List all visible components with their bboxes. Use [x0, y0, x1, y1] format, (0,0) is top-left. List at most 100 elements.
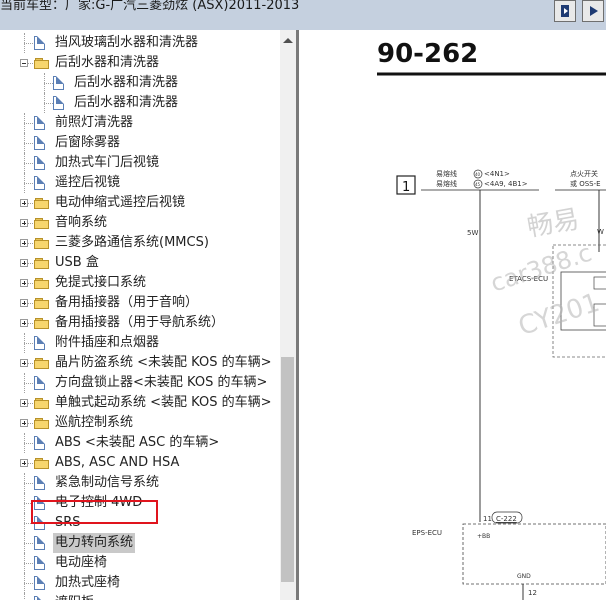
folder-icon [34, 418, 49, 429]
etacs-relay [593, 276, 606, 290]
tree-connector [28, 363, 33, 365]
tree-item[interactable]: 后刮水器和清洗器 [0, 93, 280, 113]
tree-item-label: 备用插接器（用于导航系统） [55, 315, 225, 330]
tree-item[interactable]: 附件插座和点烟器 [0, 333, 280, 353]
expand-icon[interactable] [20, 399, 28, 407]
tree-item[interactable]: ABS, ASC AND HSA [0, 453, 280, 473]
folder-icon [34, 258, 49, 269]
watermark-2: car388.c [487, 239, 595, 298]
tree-connector [24, 163, 33, 165]
ignition-label-1: 点火开关 [570, 169, 598, 178]
document-icon [53, 76, 64, 90]
expand-icon[interactable] [20, 419, 28, 427]
tree-item[interactable]: 加热式座椅 [0, 573, 280, 593]
tree-item[interactable]: ABS <未装配 ASC 的车辆> [0, 433, 280, 453]
pin-number: 11 [483, 515, 492, 523]
collapse-icon[interactable] [20, 59, 28, 67]
tree-connector [28, 423, 33, 425]
tree-connector [28, 263, 33, 265]
wire-5w-label: 5W [467, 229, 478, 237]
document-icon [34, 576, 45, 590]
tree-item[interactable]: 加热式车门后视镜 [0, 153, 280, 173]
ignition-label-2: 或 OSS-E [570, 179, 601, 188]
tree-item[interactable]: 备用插接器（用于音响） [0, 293, 280, 313]
expand-icon[interactable] [20, 259, 28, 267]
tree-item[interactable]: 方向盘锁止器<未装配 KOS 的车辆> [0, 373, 280, 393]
tree-item[interactable]: 免提式接口系统 [0, 273, 280, 293]
document-icon [34, 36, 45, 50]
tree-item[interactable]: 后窗除雾器 [0, 133, 280, 153]
expand-icon[interactable] [20, 199, 28, 207]
folder-icon [34, 278, 49, 289]
expand-icon[interactable] [20, 319, 28, 327]
folder-icon [34, 318, 49, 329]
tree-item-label: 紧急制动信号系统 [55, 475, 160, 490]
tree-item[interactable]: 晶片防盗系统 <未装配 KOS 的车辆> [0, 353, 280, 373]
tree-connector [28, 403, 33, 405]
folder-icon [34, 238, 49, 249]
wiring-diagram: 90-262 1 易熔线 易熔线 40 45 <4N1> <4A9, 4B1> … [377, 39, 606, 600]
scroll-thumb[interactable] [281, 357, 294, 582]
expand-icon[interactable] [20, 279, 28, 287]
tree-connector [24, 583, 33, 585]
document-icon [34, 476, 45, 490]
scroll-up-arrow-icon[interactable] [283, 38, 293, 43]
tree-item[interactable]: 单触式起动系统 <装配 KOS 的车辆> [0, 393, 280, 413]
tree-item[interactable]: 后刮水器和清洗器 [0, 53, 280, 73]
folder-icon [34, 358, 49, 369]
tree-item[interactable]: 电动伸缩式遥控后视镜 [0, 193, 280, 213]
tree-item[interactable]: 三菱多路通信系统(MMCS) [0, 233, 280, 253]
tree-item[interactable]: USB 盒 [0, 253, 280, 273]
tree-item-label: 方向盘锁止器<未装配 KOS 的车辆> [55, 375, 268, 390]
folder-icon [34, 198, 49, 209]
tree-connector [28, 283, 33, 285]
expand-icon[interactable] [20, 459, 28, 467]
document-icon [34, 376, 45, 390]
tree-connector [24, 43, 33, 45]
tree-connector [28, 203, 33, 205]
tree-item-label: 后刮水器和清洗器 [74, 75, 179, 90]
toggle-panel-button[interactable] [554, 0, 576, 22]
watermark-3: CY201 [515, 288, 603, 342]
tree-item-label: 巡航控制系统 [55, 415, 134, 430]
pin-12: 12 [528, 589, 537, 597]
tree-item[interactable]: 遥控后视镜 [0, 173, 280, 193]
tree-connector [24, 383, 33, 385]
expand-icon[interactable] [20, 359, 28, 367]
next-page-button[interactable] [582, 0, 604, 22]
eps-ecu-label: EPS-ECU [412, 529, 442, 537]
tree-connector [28, 463, 33, 465]
expand-icon[interactable] [20, 299, 28, 307]
tree-item[interactable]: 音响系统 [0, 213, 280, 233]
tree-item[interactable]: 电力转向系统 [0, 533, 280, 553]
tree-item[interactable]: 遮阳板 [0, 593, 280, 600]
watermark-1: 畅易 [525, 204, 581, 243]
bb-label: +BB [477, 533, 490, 540]
document-icon [53, 96, 64, 110]
tree-item[interactable]: 前照灯清洗器 [0, 113, 280, 133]
tree-item[interactable]: 备用插接器（用于导航系统） [0, 313, 280, 333]
fuse-num-2: 45 [475, 182, 481, 187]
tree-item-label: ABS, ASC AND HSA [55, 455, 180, 470]
tree-item-label: 电动座椅 [55, 555, 108, 570]
folder-icon [34, 218, 49, 229]
tree-item-label: 后窗除雾器 [55, 135, 121, 150]
tree-connector [24, 563, 33, 565]
tree-item[interactable]: 挡风玻璃刮水器和清洗器 [0, 33, 280, 53]
document-icon [34, 336, 45, 350]
tree-item[interactable]: 紧急制动信号系统 [0, 473, 280, 493]
tree-item[interactable]: 电动座椅 [0, 553, 280, 573]
title-bar: 当前车型：厂家:G-广汽三菱劲炫 (ASX)2011-2013 [0, 0, 606, 30]
tree-item[interactable]: 后刮水器和清洗器 [0, 73, 280, 93]
box-number: 1 [402, 180, 410, 195]
tree-item[interactable]: 巡航控制系统 [0, 413, 280, 433]
document-icon [34, 136, 45, 150]
expand-icon[interactable] [20, 239, 28, 247]
expand-icon[interactable] [20, 219, 28, 227]
tree-scrollbar[interactable] [280, 30, 296, 600]
next-icon [590, 6, 598, 16]
tree-item-label: 电动伸缩式遥控后视镜 [55, 195, 186, 210]
tree-item-label: 加热式车门后视镜 [55, 155, 160, 170]
fuse-label-2: 易熔线 [436, 179, 457, 188]
document-icon [34, 536, 45, 550]
